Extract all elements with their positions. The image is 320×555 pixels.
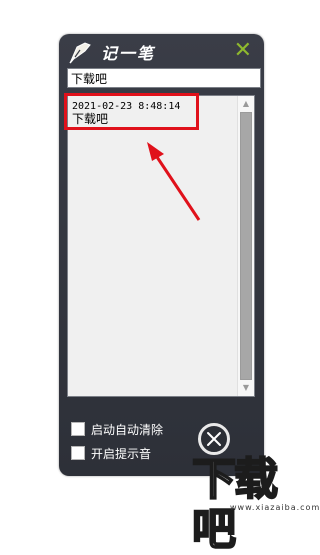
sound-option[interactable]: 开启提示音 bbox=[71, 445, 151, 461]
title-bar: 记一笔 ✕ bbox=[59, 34, 264, 70]
triangle-down-icon[interactable]: ▼ bbox=[238, 380, 254, 396]
triangle-up-icon[interactable]: ▲ bbox=[238, 96, 254, 112]
watermark-logo: 下载吧 www.xiazaiba.com bbox=[191, 454, 319, 555]
auto-clear-option[interactable]: 启动自动清除 bbox=[71, 421, 163, 437]
notes-list[interactable]: 2021-02-23 8:48:14 下载吧 ▲ ▼ bbox=[67, 95, 255, 397]
sound-checkbox[interactable] bbox=[71, 446, 85, 460]
watermark-url: www.xiazaiba.com bbox=[230, 503, 320, 512]
close-circle-icon[interactable] bbox=[198, 423, 230, 455]
pen-icon bbox=[69, 42, 91, 64]
vertical-scrollbar[interactable]: ▲ ▼ bbox=[237, 96, 254, 396]
title-input[interactable] bbox=[67, 68, 261, 88]
scroll-thumb[interactable] bbox=[240, 112, 252, 380]
close-x-icon[interactable]: ✕ bbox=[234, 40, 252, 62]
app-title: 记一笔 bbox=[101, 44, 156, 63]
sound-label: 开启提示音 bbox=[91, 446, 152, 461]
auto-clear-checkbox[interactable] bbox=[71, 422, 85, 436]
annotation-highlight-box bbox=[64, 93, 199, 130]
auto-clear-label: 启动自动清除 bbox=[91, 422, 164, 437]
